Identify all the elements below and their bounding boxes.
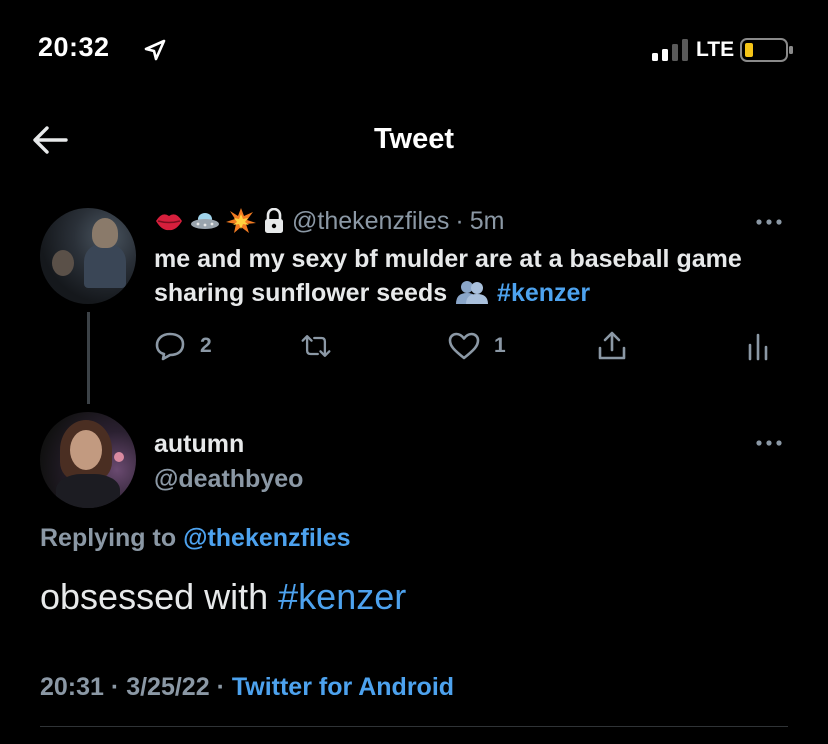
- cellular-signal-icon: [652, 39, 688, 61]
- lock-icon: [265, 208, 283, 233]
- replying-label: Replying to: [40, 524, 177, 552]
- hashtag-link[interactable]: #kenzer: [497, 279, 590, 307]
- replying-to-mention[interactable]: @thekenzfiles: [183, 524, 350, 552]
- avatar-thekenzfiles[interactable]: [40, 208, 136, 304]
- parent-tweet-handle[interactable]: @thekenzfiles: [292, 207, 449, 236]
- parent-tweet-header: @thekenzfiles · 5m: [154, 206, 504, 236]
- reply-button[interactable]: 2: [154, 330, 212, 362]
- like-button[interactable]: 1: [448, 330, 506, 362]
- retweet-button[interactable]: [300, 330, 346, 362]
- divider: [40, 726, 788, 727]
- heart-icon: [448, 332, 480, 360]
- reply-author-handle[interactable]: @deathbyeo: [154, 465, 303, 494]
- tweet-timestamp: 20:31 · 3/25/22 · Twitter for Android: [40, 673, 454, 702]
- lips-emoji: [156, 214, 182, 231]
- reply-icon: [155, 332, 185, 361]
- network-label: LTE: [696, 38, 735, 61]
- reply-tweet-body: obsessed with: [40, 576, 269, 617]
- share-icon: [598, 331, 626, 360]
- tweet-source-link[interactable]: Twitter for Android: [232, 673, 454, 701]
- hashtag-link[interactable]: #kenzer: [278, 576, 406, 617]
- reply-count: 2: [200, 334, 212, 357]
- meta-separator: ·: [110, 673, 120, 701]
- more-options-icon[interactable]: [754, 438, 784, 448]
- meta-separator: ·: [216, 673, 225, 701]
- flying-saucer-emoji: [191, 213, 219, 229]
- tweet-date: 3/25/22: [126, 673, 210, 701]
- analytics-icon: [748, 333, 768, 361]
- parent-tweet-body: me and my sexy bf mulder are at a baseba…: [154, 245, 742, 307]
- busts-in-silhouette-emoji: [456, 281, 489, 304]
- status-time: 20:32: [38, 32, 110, 62]
- parent-tweet-text: me and my sexy bf mulder are at a baseba…: [154, 242, 754, 310]
- retweet-icon: [301, 335, 331, 357]
- parent-tweet-time[interactable]: 5m: [470, 207, 505, 236]
- collision-emoji: [226, 208, 256, 233]
- more-options-icon[interactable]: [754, 217, 784, 227]
- location-arrow-icon: [144, 39, 166, 61]
- reply-author-name[interactable]: autumn: [154, 430, 244, 459]
- battery-low-icon: [740, 38, 793, 62]
- meta-separator: ·: [455, 206, 464, 235]
- reply-tweet-text: obsessed with #kenzer: [40, 576, 406, 618]
- avatar-deathbyeo[interactable]: [40, 412, 136, 508]
- share-button[interactable]: [596, 330, 628, 362]
- replying-to-line: Replying to @thekenzfiles: [40, 524, 351, 553]
- page-title: Tweet: [373, 123, 455, 155]
- thread-connector-line: [87, 312, 90, 404]
- like-count: 1: [494, 334, 506, 357]
- tweet-time: 20:31: [40, 673, 104, 701]
- analytics-button[interactable]: [744, 330, 776, 362]
